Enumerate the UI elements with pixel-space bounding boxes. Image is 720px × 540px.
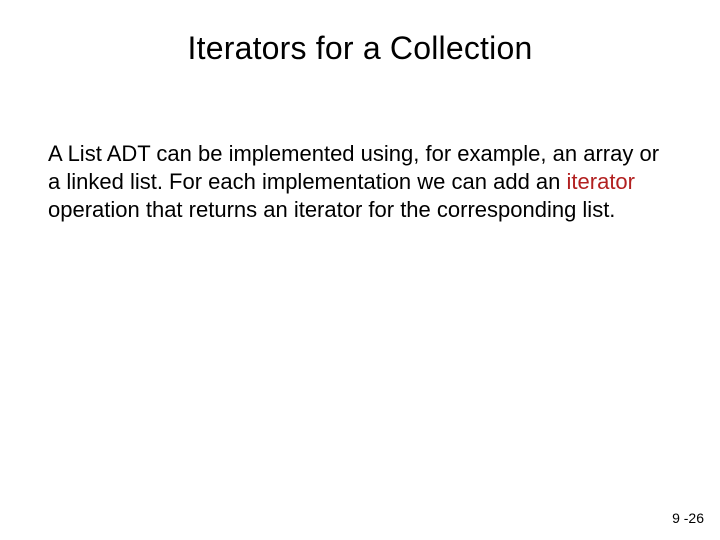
body-highlight-iterator: iterator xyxy=(567,169,635,194)
slide: Iterators for a Collection A List ADT ca… xyxy=(0,0,720,540)
slide-title: Iterators for a Collection xyxy=(0,30,720,67)
slide-body: A List ADT can be implemented using, for… xyxy=(48,140,672,224)
body-text-after: operation that returns an iterator for t… xyxy=(48,197,615,222)
page-number: 9 -26 xyxy=(672,510,704,526)
